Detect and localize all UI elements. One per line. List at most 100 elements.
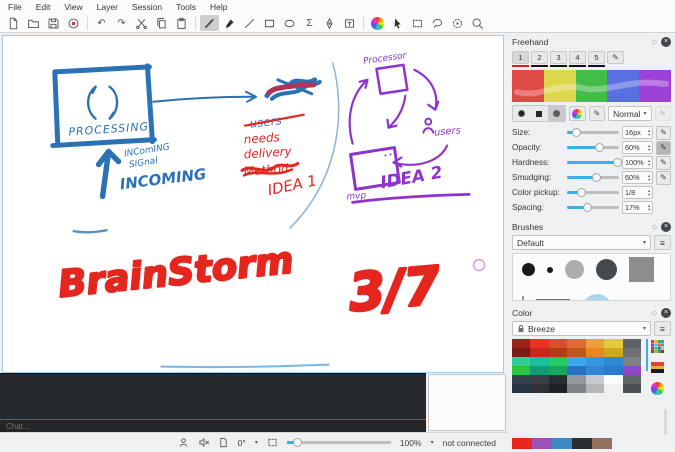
brushes-menu-button[interactable]: ≡ [654,235,671,250]
freehand-float-icon[interactable]: ◇ [652,38,657,46]
brush-group-dropdown[interactable]: Default ▾ [512,235,651,250]
palette-swatch[interactable] [549,348,567,357]
palette-swatch[interactable] [604,375,622,384]
menu-tools[interactable]: Tools [176,2,196,12]
record-session-button[interactable] [64,15,83,31]
palette-swatch[interactable] [512,375,530,384]
brush-preview[interactable] [582,294,612,301]
save-button[interactable] [44,15,63,31]
text-tool-button[interactable] [340,15,359,31]
smudging-pressure-button[interactable]: ✎ [656,171,671,185]
line-tool-button[interactable] [240,15,259,31]
spacing-spinbox[interactable]: 17%▴▾ [622,201,653,214]
palette-swatch[interactable] [586,366,604,375]
square-tip-button[interactable] [530,106,547,121]
zoom-slider-knob[interactable] [293,438,302,447]
palette-swatch[interactable] [586,357,604,366]
preset-tab-3[interactable]: 3 [550,51,567,67]
blend-mode-dropdown[interactable]: Normal ▾ [608,106,651,121]
zoom-value[interactable]: 100% [400,438,422,448]
foreground-color-button[interactable] [368,15,387,31]
palette-swatch[interactable] [530,339,548,348]
transform-tool-button[interactable] [448,15,467,31]
palette-swatch[interactable] [567,357,585,366]
palette-swatch[interactable] [623,357,641,366]
palette-swatch[interactable] [586,384,604,393]
color-wheel-button[interactable] [569,106,585,121]
hard-round-tip-button[interactable] [548,106,565,121]
palette-swatch[interactable] [567,384,585,393]
smudging-spinbox[interactable]: 60%▴▾ [622,171,653,184]
recent-color-swatch[interactable] [592,438,612,449]
recent-color-swatch[interactable] [552,438,572,449]
new-document-button[interactable] [4,15,23,31]
rect-select-tool-button[interactable] [408,15,427,31]
brush-preview[interactable] [565,260,584,279]
palette-menu-button[interactable]: ≡ [654,321,671,336]
hardness-pressure-button[interactable]: ✎ [656,156,671,170]
recent-color-swatch[interactable] [572,438,592,449]
palette-swatch[interactable] [530,357,548,366]
color-wheel-view-icon[interactable] [651,382,664,395]
paste-button[interactable] [172,15,191,31]
fit-view-icon[interactable] [267,437,278,448]
copy-button[interactable] [152,15,171,31]
palette-swatch[interactable] [549,357,567,366]
swatch-palette-icon[interactable] [651,361,664,374]
cut-button[interactable] [132,15,151,31]
size-pressure-button[interactable]: ✎ [656,126,671,140]
brush-preview[interactable] [522,263,535,276]
user-list-panel[interactable] [428,374,506,431]
hardness-spinbox[interactable]: 100%▴▾ [622,156,653,169]
rotation-value[interactable]: 0° [238,438,246,448]
palette-swatch[interactable] [623,348,641,357]
palette-swatch[interactable] [586,375,604,384]
palette-swatch[interactable] [567,339,585,348]
palette-swatch[interactable] [567,366,585,375]
rotation-caret-icon[interactable]: ▾ [255,439,258,446]
palette-swatch[interactable] [530,366,548,375]
menu-view[interactable]: View [64,2,82,12]
size-slider[interactable] [567,127,619,138]
brushes-float-icon[interactable]: ◇ [652,223,657,231]
canvas-rotation-icon[interactable] [218,437,229,448]
mute-icon[interactable] [198,437,209,448]
curve-tool-button[interactable]: Σ [300,15,319,31]
undo-button[interactable]: ↶ [92,15,111,31]
preset-preview-strip[interactable] [512,70,671,102]
zoom-slider[interactable] [287,438,391,447]
opacity-spinbox[interactable]: 60%▴▾ [622,141,653,154]
eraser-tool-button[interactable] [220,15,239,31]
menu-layer[interactable]: Layer [97,2,118,12]
session-users-icon[interactable] [178,437,189,448]
palette-swatch[interactable] [512,348,530,357]
redo-button[interactable]: ↷ [112,15,131,31]
chat-input[interactable] [6,422,420,431]
drawing-canvas[interactable]: PROCESSING INComING SIGnal INCOMING user… [2,35,504,373]
palette-swatch[interactable] [623,339,641,348]
palette-dropdown[interactable]: Breeze ▾ [512,321,651,336]
palette-swatch[interactable] [530,348,548,357]
freehand-tool-button[interactable] [200,15,219,31]
palette-swatch[interactable] [567,375,585,384]
rectangle-tool-button[interactable] [260,15,279,31]
palette-swatch[interactable] [549,339,567,348]
open-button[interactable] [24,15,43,31]
palette-swatch[interactable] [549,375,567,384]
brush-preview[interactable] [522,296,524,301]
ellipse-tool-button[interactable] [280,15,299,31]
freehand-close-button[interactable]: × [661,37,671,47]
brush-preview[interactable] [536,299,570,301]
palette-swatch[interactable] [604,384,622,393]
opacity-slider[interactable] [567,142,619,153]
palette-swatch[interactable] [530,384,548,393]
palette-swatch[interactable] [586,339,604,348]
palette-swatch[interactable] [530,375,548,384]
palette-swatch[interactable] [604,357,622,366]
brush-preview[interactable] [596,259,617,280]
size-spinbox[interactable]: 16px▴▾ [622,126,653,139]
palette-swatch[interactable] [604,366,622,375]
soft-round-tip-button[interactable] [513,106,530,121]
palette-swatch[interactable] [549,384,567,393]
preset-tab-4[interactable]: 4 [569,51,586,67]
